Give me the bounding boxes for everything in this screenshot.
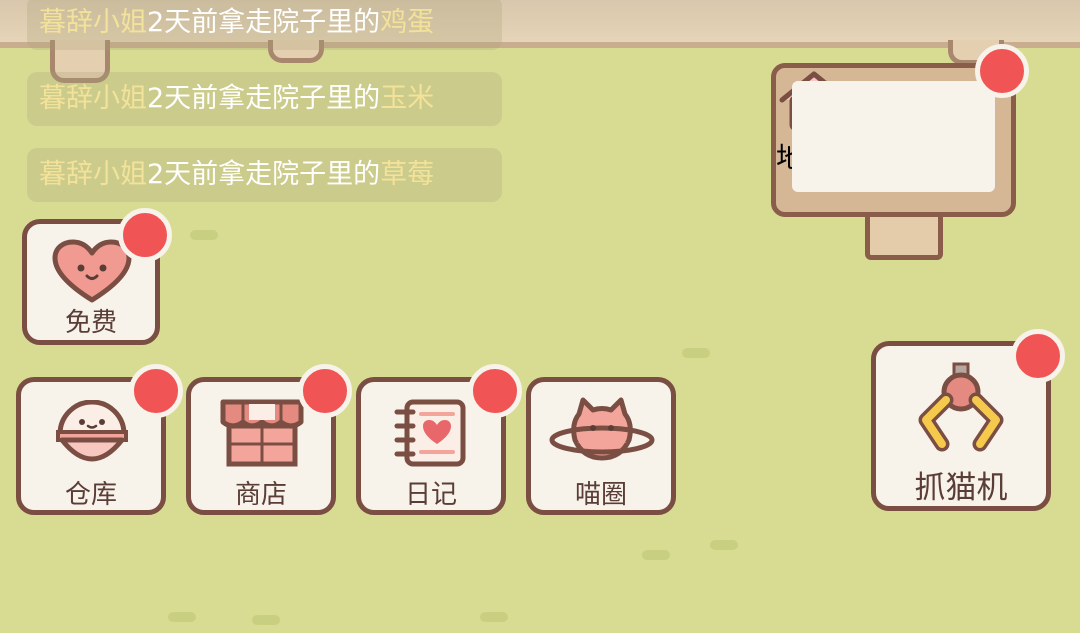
shop-notification-badge [298,364,352,418]
grass-tuft [710,540,738,550]
notification-name: 暮辞小姐 [39,159,147,190]
storage-notification-badge [129,364,183,418]
diary-label: 日记 [404,480,457,510]
grass-tuft [168,612,196,622]
notebook-heart-icon [394,399,466,467]
map-sign-panel [792,81,995,192]
notification-text: 2天前拿走院子里的 [147,7,381,38]
cat-planet-icon [549,397,655,461]
notification-item: 鸡蛋 [380,7,435,38]
notification-text: 2天前拿走院子里的 [147,83,381,114]
grass-tuft [682,348,710,358]
diary-notification-badge [468,364,522,418]
claw-machine-notification-badge [1011,329,1065,383]
free-label: 免费 [64,308,117,338]
cat-circle-button[interactable]: 喵圈 [526,377,676,515]
yard-notification: 暮辞小姐2天前拿走院子里的玉米 [27,72,502,126]
bowl-face-icon [56,400,128,462]
storage-label: 仓库 [64,480,117,510]
claw-machine-label: 抓猫机 [914,470,1008,506]
grass-tuft [642,550,670,560]
notification-text: 2天前拿走院子里的 [147,159,381,190]
yard-notification: 暮辞小姐2天前拿走院子里的鸡蛋 [27,0,502,50]
grass-tuft [190,230,218,240]
notification-item: 玉米 [380,83,435,114]
claw-icon [918,362,1004,452]
notification-item: 草莓 [380,159,435,190]
notification-name: 暮辞小姐 [39,83,147,114]
cat-circle-label: 喵圈 [574,480,627,510]
map-notification-badge [975,44,1029,98]
grass-tuft [480,612,508,622]
grass-tuft [252,615,280,625]
yard-notification: 暮辞小姐2天前拿走院子里的草莓 [27,148,502,202]
shop-stall-icon [220,399,304,467]
free-notification-badge [118,208,172,262]
notification-name: 暮辞小姐 [39,7,147,38]
shop-label: 商店 [234,480,287,510]
